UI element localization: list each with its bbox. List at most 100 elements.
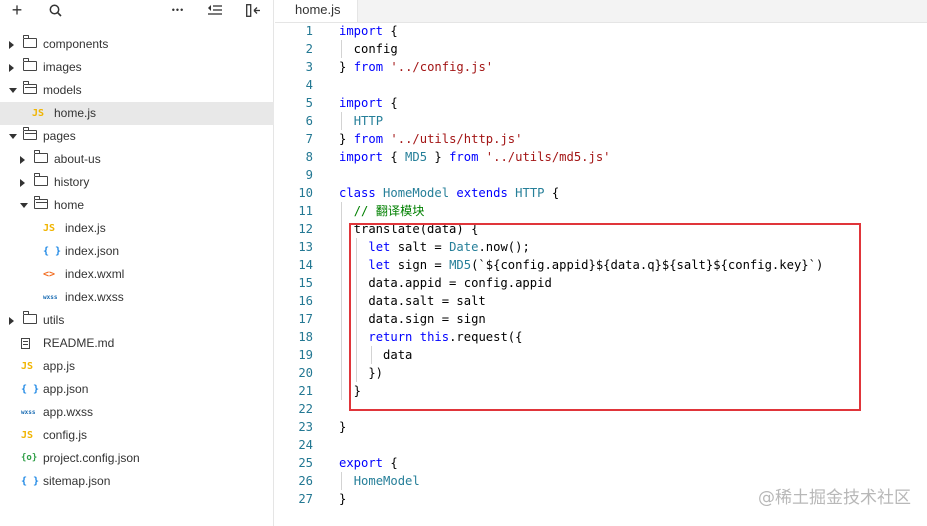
folder-icon: [33, 150, 48, 163]
cfgjson-file-icon: {o}: [21, 453, 38, 463]
js-file-icon: JS: [32, 108, 45, 119]
folder-icon: [22, 58, 37, 71]
chevron-right-icon[interactable]: [20, 179, 25, 187]
line-number: 27: [298, 492, 313, 506]
line-number: 24: [298, 438, 313, 452]
add-file-icon[interactable]: +: [8, 0, 26, 20]
file-item[interactable]: { } sitemap.json: [0, 470, 274, 493]
chevron-down-icon[interactable]: [9, 88, 17, 93]
search-icon[interactable]: [46, 0, 64, 20]
code-line: 11 // 翻译模块: [275, 202, 927, 220]
file-item[interactable]: wxss app.wxss: [0, 401, 274, 424]
line-number: 10: [298, 186, 313, 200]
tree-item-label: project.config.json: [43, 451, 140, 465]
tree-item-label: components: [43, 37, 109, 51]
code-token: {: [544, 186, 560, 200]
folder-item[interactable]: images: [0, 56, 274, 79]
code-text: }: [339, 490, 346, 508]
code-token: {: [383, 96, 398, 110]
file-item[interactable]: JS app.js: [0, 355, 274, 378]
file-item[interactable]: { } app.json: [0, 378, 274, 401]
watermark: @稀土掘金技术社区: [758, 488, 911, 508]
code-text: import {: [339, 94, 398, 112]
line-number: 17: [298, 312, 313, 326]
chevron-down-icon[interactable]: [20, 203, 28, 208]
line-number: 22: [298, 402, 313, 416]
file-item[interactable]: { } index.json: [0, 240, 274, 263]
folder-item[interactable]: about-us: [0, 148, 274, 171]
line-number: 3: [305, 60, 313, 74]
file-item[interactable]: {o} project.config.json: [0, 447, 274, 470]
folder-open-icon: [33, 196, 48, 209]
line-number: 1: [305, 24, 313, 38]
code-line: 24: [275, 436, 927, 454]
indent-guide: [341, 202, 342, 400]
md-file-icon: [21, 338, 30, 349]
code-token: // 翻译模块: [353, 204, 425, 218]
indent-guide: [341, 40, 342, 58]
editor-tab-bar: home.js: [275, 0, 927, 23]
folder-item[interactable]: home: [0, 194, 274, 217]
line-number: 26: [298, 474, 313, 488]
split-view-icon[interactable]: [244, 0, 262, 20]
chevron-right-icon[interactable]: [9, 41, 14, 49]
chevron-right-icon[interactable]: [9, 64, 14, 72]
tree-item-label: sitemap.json: [43, 474, 111, 488]
code-token: from: [353, 60, 384, 74]
tree-item-label: models: [43, 83, 82, 97]
code-text: config: [339, 40, 398, 58]
explorer-toolbar: + •••: [0, 0, 274, 22]
folder-icon: [22, 35, 37, 48]
code-token: }: [339, 492, 347, 506]
tree-item-label: index.wxml: [65, 267, 125, 281]
code-token: from: [353, 132, 384, 146]
file-item[interactable]: JS home.js: [0, 102, 274, 125]
code-token: HomeModel: [383, 186, 450, 200]
indent-guide: [341, 472, 342, 490]
code-token: MD5: [405, 150, 428, 164]
file-item[interactable]: README.md: [0, 332, 274, 355]
folder-item[interactable]: history: [0, 171, 274, 194]
code-line: 9: [275, 166, 927, 184]
code-line: 1 import {: [275, 22, 927, 40]
more-icon[interactable]: •••: [168, 0, 188, 20]
folder-item[interactable]: pages: [0, 125, 274, 148]
line-number: 18: [298, 330, 313, 344]
json-file-icon: { }: [21, 476, 40, 487]
code-token: HTTP: [353, 114, 384, 128]
tree-item-label: index.wxss: [65, 290, 124, 304]
code-text: } from '../config.js': [339, 58, 493, 76]
folder-item[interactable]: models: [0, 79, 274, 102]
code-token: }: [427, 150, 450, 164]
line-number: 2: [305, 42, 313, 56]
json-file-icon: { }: [43, 246, 62, 257]
tab-home-js[interactable]: home.js: [275, 0, 358, 22]
collapse-all-icon[interactable]: [206, 0, 224, 20]
chevron-down-icon[interactable]: [9, 134, 17, 139]
code-text: }: [339, 418, 346, 436]
code-token: from: [449, 150, 479, 164]
tree-item-label: index.js: [65, 221, 106, 235]
code-token: }: [339, 60, 354, 74]
code-token: '../utils/md5.js': [485, 150, 611, 164]
tree-item-label: app.json: [43, 382, 89, 396]
line-number: 25: [298, 456, 313, 470]
tree-item-label: images: [43, 60, 82, 74]
tree-item-label: home: [54, 198, 85, 212]
file-item[interactable]: wxss index.wxss: [0, 286, 274, 309]
tree-item-label: config.js: [43, 428, 88, 442]
chevron-right-icon[interactable]: [20, 156, 25, 164]
json-file-icon: { }: [21, 384, 40, 395]
tree-item-label: app.wxss: [43, 405, 94, 419]
code-token: export: [339, 456, 384, 470]
file-item[interactable]: JS index.js: [0, 217, 274, 240]
line-number: 20: [298, 366, 313, 380]
file-item[interactable]: <> index.wxml: [0, 263, 274, 286]
chevron-right-icon[interactable]: [9, 317, 14, 325]
file-item[interactable]: JS config.js: [0, 424, 274, 447]
tree-item-label: app.js: [43, 359, 76, 373]
folder-item[interactable]: components: [0, 33, 274, 56]
code-token: HomeModel: [353, 474, 420, 488]
folder-item[interactable]: utils: [0, 309, 274, 332]
line-number: 6: [305, 114, 313, 128]
